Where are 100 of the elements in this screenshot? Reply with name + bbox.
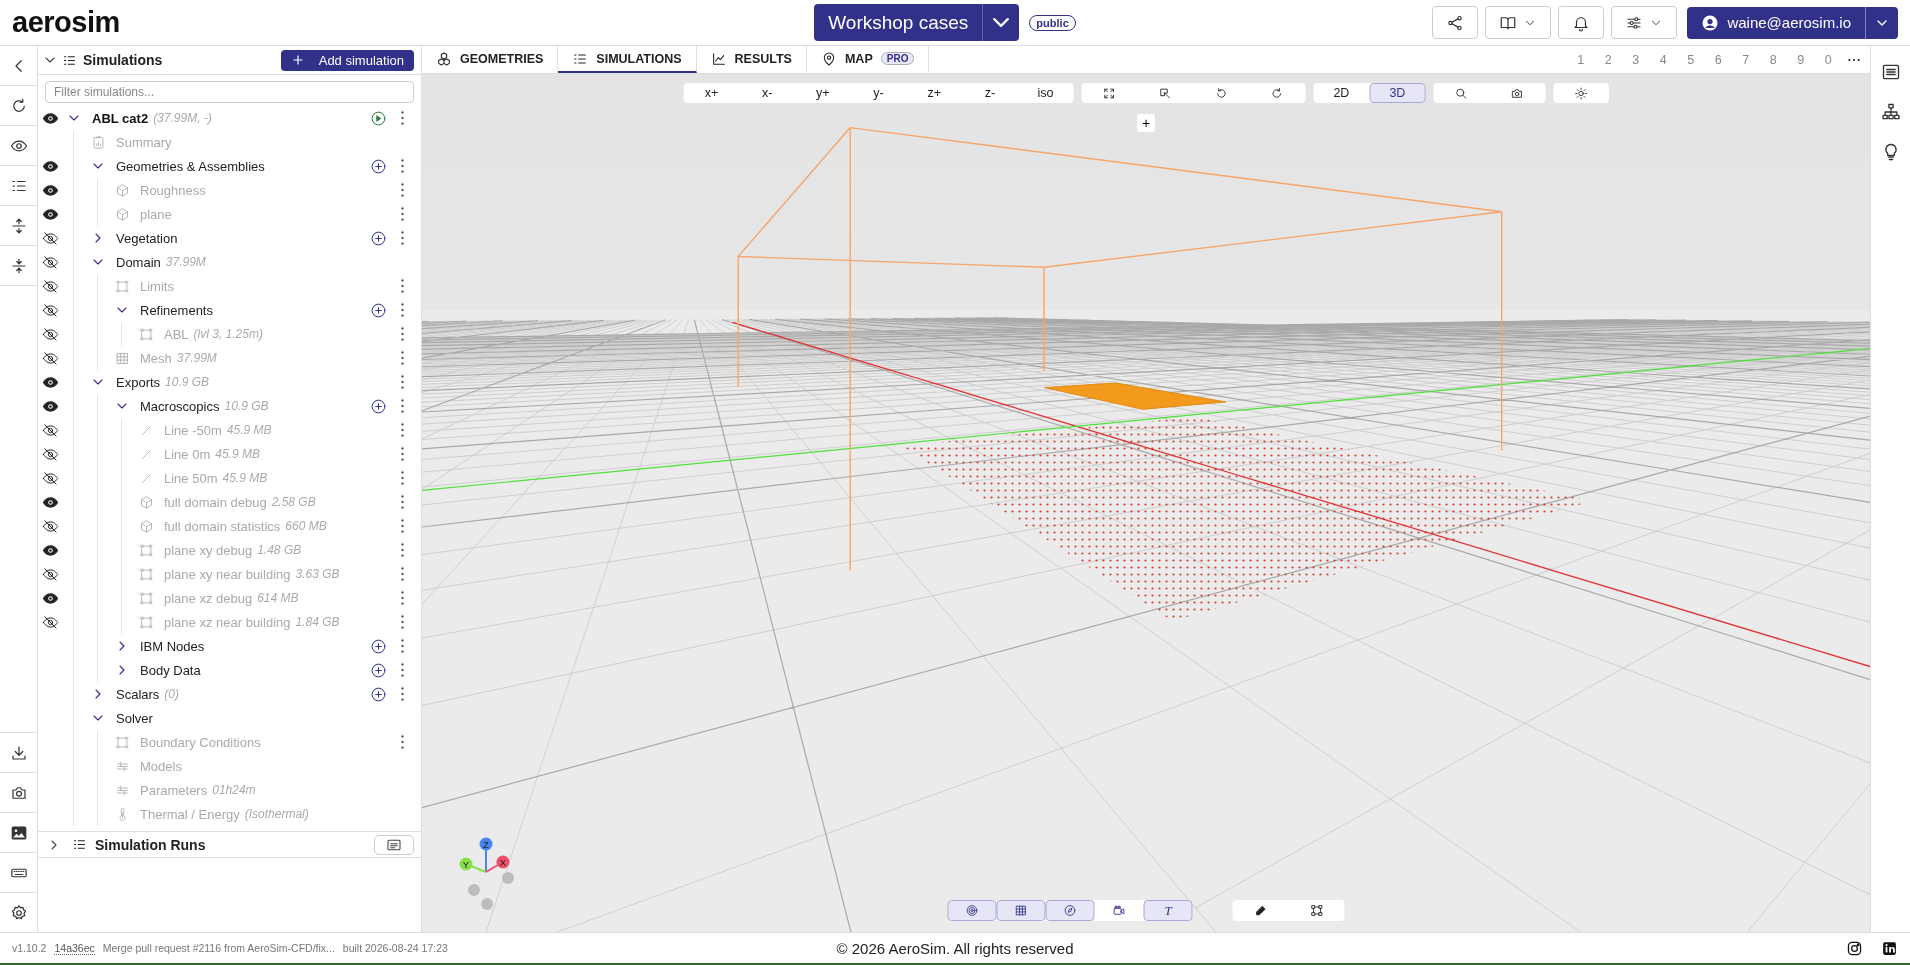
eye-slash-icon[interactable] bbox=[41, 421, 59, 439]
layer-number[interactable]: 8 bbox=[1759, 52, 1787, 67]
eye-slash-icon[interactable] bbox=[41, 613, 59, 631]
view-button[interactable]: x- bbox=[739, 83, 795, 103]
more-options-icon[interactable] bbox=[399, 326, 405, 342]
eye-slash-icon[interactable] bbox=[41, 445, 59, 463]
notifications-button[interactable] bbox=[1558, 6, 1605, 39]
tree-item-label[interactable]: ABL cat2 bbox=[92, 110, 149, 126]
tab[interactable]: SIMULATIONS bbox=[558, 46, 697, 73]
more-options-icon[interactable] bbox=[399, 638, 405, 654]
more-options-icon[interactable] bbox=[399, 158, 405, 174]
more-options-icon[interactable] bbox=[399, 590, 405, 606]
more-options-icon[interactable] bbox=[399, 398, 405, 414]
run-icon[interactable] bbox=[369, 109, 387, 127]
add-icon[interactable] bbox=[369, 397, 387, 415]
tree-item-label[interactable]: Exports bbox=[116, 374, 161, 390]
project-selector[interactable]: Workshop cases bbox=[814, 4, 1020, 41]
eye-slash-icon[interactable] bbox=[41, 229, 59, 247]
add-simulation-button[interactable]: Add simulation bbox=[280, 49, 414, 71]
negative-axis-handle[interactable] bbox=[468, 884, 480, 896]
docs-button[interactable] bbox=[1485, 6, 1552, 39]
layer-number[interactable]: 7 bbox=[1732, 52, 1760, 67]
axis-handle[interactable]: X bbox=[485, 855, 510, 873]
layer-number[interactable]: 5 bbox=[1677, 52, 1705, 67]
more-options-icon[interactable] bbox=[399, 446, 405, 462]
more-options-icon[interactable] bbox=[399, 518, 405, 534]
view-button[interactable]: x+ bbox=[683, 83, 740, 103]
item-detail: 37.99M bbox=[176, 351, 217, 365]
axis-handle[interactable]: Z bbox=[479, 837, 493, 873]
user-menu-button[interactable]: waine@aerosim.io bbox=[1687, 6, 1898, 39]
more-options-icon[interactable] bbox=[399, 422, 405, 438]
eye-slash-icon[interactable] bbox=[41, 301, 59, 319]
tree-item-label[interactable]: Scalars bbox=[116, 686, 160, 702]
tree-item-label[interactable]: Refinements bbox=[140, 302, 213, 318]
more-options-icon[interactable] bbox=[399, 206, 405, 222]
negative-axis-handle[interactable] bbox=[502, 872, 514, 884]
negative-axis-handle[interactable] bbox=[481, 898, 493, 910]
view-button[interactable]: z- bbox=[962, 83, 1018, 103]
view-button[interactable]: y+ bbox=[794, 83, 851, 103]
more-options-icon[interactable] bbox=[399, 470, 405, 486]
more-options-icon[interactable] bbox=[399, 662, 405, 678]
more-options-icon[interactable] bbox=[399, 302, 405, 318]
add-button[interactable]: + bbox=[1137, 114, 1155, 132]
tree-item-label[interactable]: Geometries & Assemblies bbox=[116, 158, 265, 174]
layer-number[interactable]: 0 bbox=[1814, 52, 1842, 67]
more-options-icon[interactable] bbox=[399, 734, 405, 750]
tree-item-label[interactable]: Domain bbox=[116, 254, 161, 270]
layer-number[interactable]: 3 bbox=[1622, 52, 1650, 67]
display-toggle[interactable] bbox=[996, 900, 1046, 921]
runs-log-button[interactable] bbox=[374, 834, 414, 855]
tree-item-label[interactable]: Vegetation bbox=[116, 230, 178, 246]
eye-slash-icon[interactable] bbox=[41, 253, 59, 271]
axis-handle[interactable]: Y bbox=[459, 857, 487, 873]
tree-item-label[interactable]: IBM Nodes bbox=[140, 638, 205, 654]
nodes-icon bbox=[1310, 904, 1323, 917]
layer-number[interactable]: 4 bbox=[1649, 52, 1677, 67]
instagram-icon[interactable] bbox=[1846, 939, 1863, 957]
display-toggle[interactable] bbox=[1045, 900, 1095, 921]
more-options-icon[interactable] bbox=[399, 542, 405, 558]
more-options-icon[interactable] bbox=[399, 686, 405, 702]
display-toggle[interactable]: T bbox=[1143, 900, 1193, 921]
eye-slash-icon[interactable] bbox=[41, 277, 59, 295]
settings-button[interactable] bbox=[1611, 6, 1678, 39]
add-icon[interactable] bbox=[369, 685, 387, 703]
eye-slash-icon[interactable] bbox=[41, 565, 59, 583]
more-options-icon[interactable] bbox=[399, 110, 405, 126]
tree-item-label[interactable]: Body Data bbox=[140, 662, 201, 678]
more-options-icon[interactable] bbox=[399, 374, 405, 390]
projection-button[interactable]: 2D bbox=[1313, 83, 1370, 103]
add-icon[interactable] bbox=[369, 661, 387, 679]
eye-slash-icon[interactable] bbox=[41, 517, 59, 535]
tree-item-label[interactable]: Solver bbox=[116, 710, 153, 726]
more-options-icon[interactable] bbox=[399, 230, 405, 246]
eye-slash-icon[interactable] bbox=[41, 469, 59, 487]
more-options-icon[interactable] bbox=[399, 182, 405, 198]
view-button[interactable]: y- bbox=[850, 83, 907, 103]
tree-item-label[interactable]: Macroscopics bbox=[140, 398, 220, 414]
more-options-icon[interactable] bbox=[399, 350, 405, 366]
view-button[interactable]: iso bbox=[1017, 83, 1074, 103]
add-icon[interactable] bbox=[369, 301, 387, 319]
commit-link[interactable]: 14a36ec bbox=[54, 941, 95, 955]
more-options-icon[interactable] bbox=[399, 494, 405, 510]
layer-number[interactable]: 6 bbox=[1704, 52, 1732, 67]
more-options-icon[interactable] bbox=[399, 566, 405, 582]
filter-field[interactable]: Filter simulations... bbox=[45, 81, 414, 103]
add-icon[interactable] bbox=[369, 229, 387, 247]
projection-button[interactable]: 3D bbox=[1369, 83, 1426, 103]
layer-number[interactable]: 1 bbox=[1567, 52, 1595, 67]
more-options-icon[interactable] bbox=[399, 278, 405, 294]
share-button[interactable] bbox=[1432, 6, 1479, 39]
layer-number[interactable]: 2 bbox=[1594, 52, 1622, 67]
layer-number[interactable]: 9 bbox=[1787, 52, 1815, 67]
add-icon[interactable] bbox=[369, 637, 387, 655]
eye-slash-icon[interactable] bbox=[41, 349, 59, 367]
view-button[interactable]: z+ bbox=[906, 83, 963, 103]
linkedin-icon[interactable] bbox=[1881, 939, 1898, 957]
add-icon[interactable] bbox=[369, 157, 387, 175]
more-options-icon[interactable] bbox=[399, 614, 405, 630]
display-toggle[interactable] bbox=[947, 900, 997, 921]
eye-slash-icon[interactable] bbox=[41, 325, 59, 343]
